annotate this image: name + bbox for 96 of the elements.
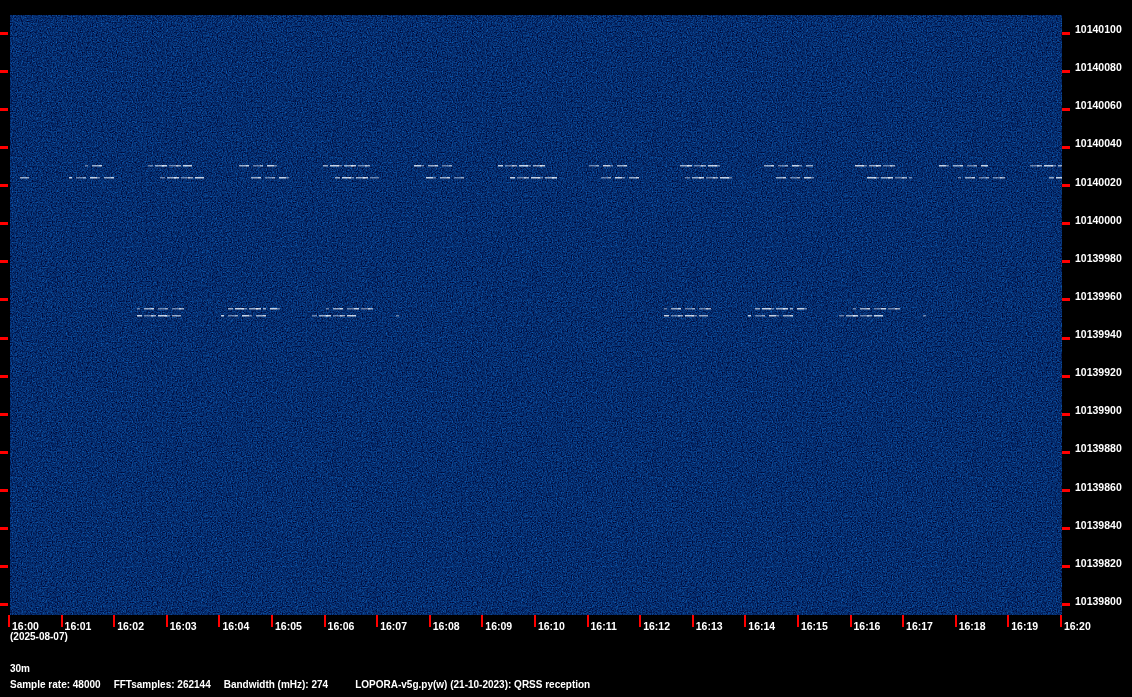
axis-tick xyxy=(0,107,8,111)
time-label: 16:17 xyxy=(906,620,933,632)
info-text: LOPORA-v5g.py(w) (21-10-2023): QRSS reception xyxy=(355,679,591,690)
band-label: 30m xyxy=(9,663,31,674)
axis-tick xyxy=(1062,31,1070,35)
axis-tick xyxy=(0,527,8,531)
frequency-label: 10139860 xyxy=(1075,480,1122,493)
time-label: 16:07 xyxy=(380,620,407,632)
time-label: 16:20 xyxy=(1063,620,1091,632)
axis-tick xyxy=(0,222,8,226)
axis-tick xyxy=(902,615,905,627)
axis-tick xyxy=(0,412,8,416)
frequency-label: 10139800 xyxy=(1075,594,1122,607)
time-label: 16:04 xyxy=(222,620,250,632)
axis-tick xyxy=(849,615,852,627)
axis-tick xyxy=(1062,412,1070,416)
axis-tick xyxy=(60,615,63,627)
frequency-label: 10139980 xyxy=(1075,251,1122,264)
axis-tick xyxy=(270,615,273,627)
axis-tick xyxy=(1062,107,1070,111)
axis-tick xyxy=(1062,184,1070,188)
time-label: 16:09 xyxy=(485,620,513,632)
axis-tick xyxy=(0,260,8,264)
axis-tick xyxy=(533,615,536,627)
axis-tick xyxy=(218,615,221,627)
axis-tick xyxy=(0,565,8,569)
frequency-label: 10140040 xyxy=(1075,137,1122,150)
frequency-label: 10139900 xyxy=(1075,404,1122,417)
time-label: 16:02 xyxy=(117,620,145,632)
axis-tick xyxy=(165,615,168,627)
time-label: 16:11 xyxy=(590,620,617,632)
axis-tick xyxy=(0,298,8,302)
time-label: 16:14 xyxy=(748,620,776,632)
axis-tick xyxy=(1062,260,1070,264)
frequency-label: 10140100 xyxy=(1075,23,1122,36)
frequency-label: 10140020 xyxy=(1075,175,1122,188)
axis-tick xyxy=(1062,527,1070,531)
axis-tick xyxy=(0,69,8,73)
axis-tick xyxy=(428,615,431,627)
axis-tick xyxy=(8,615,10,627)
axis-tick xyxy=(376,615,379,627)
axis-tick xyxy=(0,374,8,378)
time-label: 16:12 xyxy=(643,620,670,632)
axis-tick xyxy=(0,31,8,35)
frequency-label: 10140000 xyxy=(1075,213,1122,226)
frequency-label: 10139880 xyxy=(1075,442,1122,455)
axis-tick xyxy=(0,145,8,149)
frequency-label: 10140080 xyxy=(1075,61,1122,74)
axis-tick xyxy=(1062,222,1070,226)
time-label: 16:00 xyxy=(12,620,39,632)
axis-tick xyxy=(1062,374,1070,378)
frequency-label: 10139840 xyxy=(1075,518,1122,531)
axis-tick xyxy=(1062,69,1070,73)
info-text: Sample rate: 48000 xyxy=(10,679,101,690)
frequency-label: 10139920 xyxy=(1075,366,1122,379)
frequency-label: 10139820 xyxy=(1075,556,1122,569)
axis-tick xyxy=(1062,489,1070,493)
axis-tick xyxy=(1062,298,1070,302)
time-label: 16:16 xyxy=(853,620,881,632)
axis-tick xyxy=(0,336,8,340)
axis-tick xyxy=(1062,336,1070,340)
time-label: 16:19 xyxy=(1011,620,1039,632)
axis-tick xyxy=(0,603,8,607)
time-label: 16:13 xyxy=(695,620,723,632)
axis-tick xyxy=(691,615,694,627)
axis-tick xyxy=(1059,615,1062,627)
time-label: 16:08 xyxy=(432,620,460,632)
info-text: FFTsamples: 262144 xyxy=(113,679,211,690)
frequency-label: 10139960 xyxy=(1075,289,1122,302)
axis-tick xyxy=(796,615,799,627)
axis-tick xyxy=(1062,603,1070,607)
time-label: 16:05 xyxy=(274,620,302,632)
axis-tick xyxy=(113,615,116,627)
axis-tick xyxy=(639,615,642,627)
time-label: 16:10 xyxy=(537,620,565,632)
axis-tick xyxy=(0,184,8,188)
axis-tick xyxy=(1062,565,1070,569)
axis-tick xyxy=(1007,615,1010,627)
axis-tick xyxy=(586,615,589,627)
time-label: 16:03 xyxy=(169,620,197,632)
frequency-label: 10139940 xyxy=(1075,328,1122,341)
axis-tick xyxy=(0,450,8,454)
axis-tick xyxy=(0,489,8,493)
frequency-label: 10140060 xyxy=(1075,99,1122,112)
axis-tick xyxy=(744,615,747,627)
axis-tick xyxy=(1062,145,1070,149)
info-text: Bandwidth (mHz): 274 xyxy=(223,679,329,690)
axis-tick xyxy=(481,615,484,627)
date-label: (2025-08-07) xyxy=(9,631,69,642)
axis-tick xyxy=(323,615,326,627)
axis-tick xyxy=(1062,450,1070,454)
axis-tick xyxy=(954,615,957,627)
time-label: 16:15 xyxy=(800,620,828,632)
time-label: 16:18 xyxy=(958,620,986,632)
time-label: 16:06 xyxy=(327,620,355,632)
time-label: 16:01 xyxy=(64,620,92,632)
